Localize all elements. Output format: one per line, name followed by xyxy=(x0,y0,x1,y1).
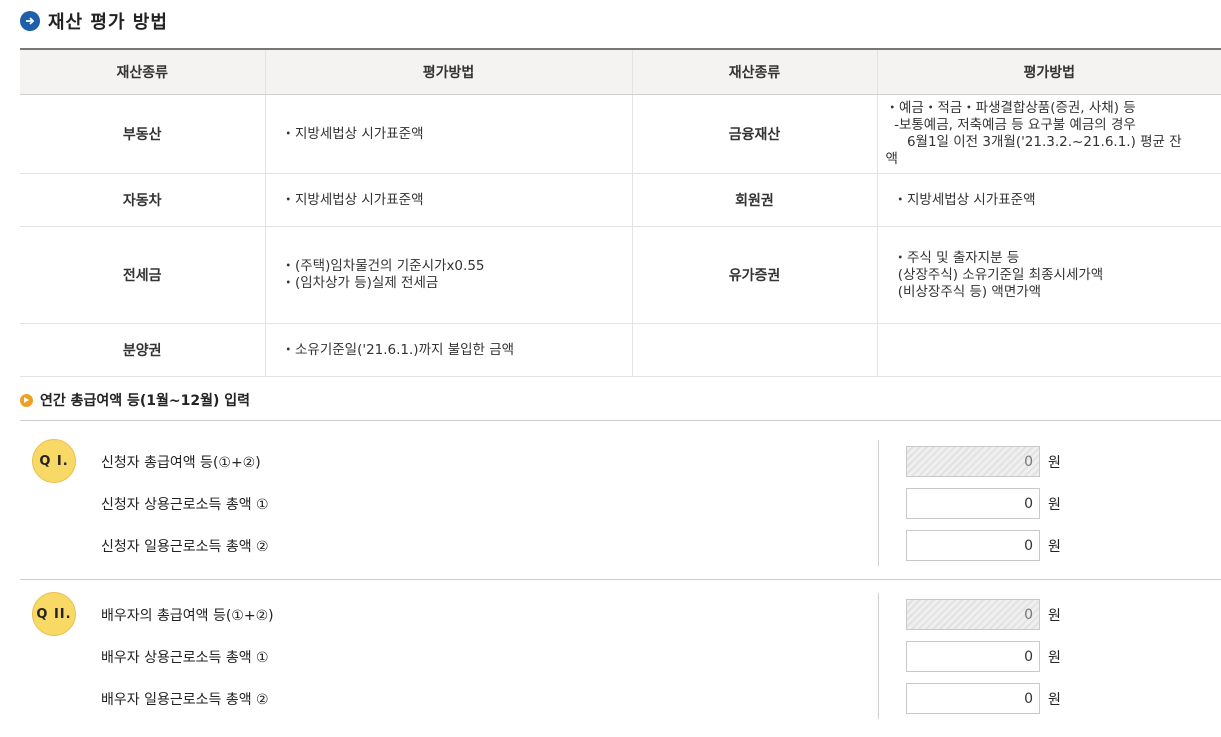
spouse-total-input xyxy=(906,599,1040,630)
applicant-regular-income-label: 신청자 상용근로소득 총액 ① xyxy=(101,497,269,513)
property-kind: 회원권 xyxy=(631,173,877,227)
applicant-total-input xyxy=(906,446,1040,477)
valuation-method: ・예금・적금・파생결합상품(증권, 사채) 등 -보통예금, 저축예금 등 요구… xyxy=(876,94,1221,174)
valuation-method: ・지방세법상 시가표준액 xyxy=(264,94,632,174)
applicant-total-label: 신청자 총급여액 등(①+②) xyxy=(101,455,261,471)
table-row: 분양권 ・소유기준일('21.6.1.)까지 불입한 금액 xyxy=(20,323,1221,377)
valuation-method: ・소유기준일('21.6.1.)까지 불입한 금액 xyxy=(264,323,632,377)
property-kind: 분양권 xyxy=(20,323,265,377)
header-method-2: 평가방법 xyxy=(876,48,1221,95)
valuation-method xyxy=(876,323,1221,377)
header-method-1: 평가방법 xyxy=(264,48,632,95)
table-header-row: 재산종류 평가방법 재산종류 평가방법 xyxy=(20,48,1221,95)
header-kind-2: 재산종류 xyxy=(631,48,877,95)
table-row: 부동산 ・지방세법상 시가표준액 금융재산 ・예금・적금・파생결합상품(증권, … xyxy=(20,94,1221,174)
unit-label: 원 xyxy=(1048,497,1061,513)
valuation-method: ・(주택)임차물건의 기준시가x0.55 ・(임차상가 등)실제 전세금 xyxy=(264,226,632,324)
valuation-table: 재산종류 평가방법 재산종류 평가방법 부동산 ・지방세법상 시가표준액 금융재… xyxy=(20,48,1221,377)
property-kind: 전세금 xyxy=(20,226,265,324)
column-divider xyxy=(878,440,879,566)
q1-badge: Q I. xyxy=(32,439,76,483)
table-row: 자동차 ・지방세법상 시가표준액 회원권 ・지방세법상 시가표준액 xyxy=(20,173,1221,227)
bullet-arrow-icon xyxy=(20,393,33,407)
q2-badge: Q II. xyxy=(32,592,76,636)
income-section-title: 연간 총급여액 등(1월~12월) 입력 xyxy=(20,390,250,410)
arrow-circle-icon xyxy=(20,11,40,31)
property-kind: 자동차 xyxy=(20,173,265,227)
valuation-method: ・주식 및 출자지분 등 (상장주식) 소유기준일 최종시세가액 (비상장주식 … xyxy=(876,226,1221,324)
property-kind: 부동산 xyxy=(20,94,265,174)
valuation-method: ・지방세법상 시가표준액 xyxy=(264,173,632,227)
unit-label: 원 xyxy=(1048,455,1061,471)
property-kind: 금융재산 xyxy=(631,94,877,174)
spouse-daily-income-label: 배우자 일용근로소득 총액 ② xyxy=(101,692,269,708)
unit-label: 원 xyxy=(1048,692,1061,708)
applicant-daily-income-input[interactable] xyxy=(906,530,1040,561)
valuation-method: ・지방세법상 시가표준액 xyxy=(876,173,1221,227)
spouse-regular-income-input[interactable] xyxy=(906,641,1040,672)
property-kind xyxy=(631,323,877,377)
unit-label: 원 xyxy=(1048,539,1061,555)
spouse-daily-income-input[interactable] xyxy=(906,683,1040,714)
property-kind: 유가증권 xyxy=(631,226,877,324)
table-row: 전세금 ・(주택)임차물건의 기준시가x0.55 ・(임차상가 등)실제 전세금… xyxy=(20,226,1221,324)
divider xyxy=(20,579,1221,580)
spouse-total-label: 배우자의 총급여액 등(①+②) xyxy=(101,608,274,624)
section-title: 재산 평가 방법 xyxy=(20,8,168,34)
applicant-daily-income-label: 신청자 일용근로소득 총액 ② xyxy=(101,539,269,555)
section-title-text: 재산 평가 방법 xyxy=(48,12,168,33)
unit-label: 원 xyxy=(1048,650,1061,666)
page: 재산 평가 방법 재산종류 평가방법 재산종류 평가방법 부동산 ・지방세법상 … xyxy=(0,0,1221,737)
income-section-title-text: 연간 총급여액 등(1월~12월) 입력 xyxy=(40,393,251,409)
applicant-regular-income-input[interactable] xyxy=(906,488,1040,519)
divider xyxy=(20,420,1221,421)
spouse-regular-income-label: 배우자 상용근로소득 총액 ① xyxy=(101,650,269,666)
column-divider xyxy=(878,593,879,719)
header-kind-1: 재산종류 xyxy=(20,48,265,95)
unit-label: 원 xyxy=(1048,608,1061,624)
